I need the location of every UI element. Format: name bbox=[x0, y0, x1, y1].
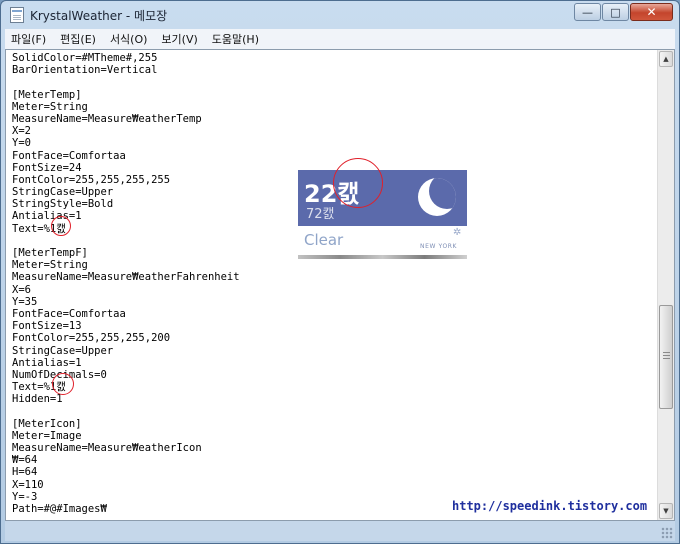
weather-footer: Clear ✲ NEW YORK bbox=[298, 226, 467, 255]
code-line: FontFace=Comfortaa bbox=[12, 149, 126, 162]
code-line: Antialias=1 bbox=[12, 356, 82, 369]
close-button[interactable]: ✕ bbox=[630, 3, 673, 21]
minimize-button[interactable]: — bbox=[574, 3, 601, 21]
gear-icon[interactable]: ✲ bbox=[453, 227, 461, 238]
scrollbar-thumb[interactable] bbox=[659, 305, 673, 409]
menu-file[interactable]: 파일(F) bbox=[11, 31, 46, 47]
code-line: Text=%1캜 bbox=[12, 381, 66, 394]
menu-view[interactable]: 보기(V) bbox=[161, 31, 197, 47]
scroll-up-button[interactable]: ▲ bbox=[659, 51, 673, 67]
code-line: StringCase=Upper bbox=[12, 344, 114, 357]
code-line: X=2 bbox=[12, 125, 31, 138]
text-editor[interactable]: SolidColor=#MTheme#,255 BarOrientation=Ve… bbox=[5, 49, 675, 521]
scroll-down-button[interactable]: ▼ bbox=[659, 503, 673, 519]
code-line: Meter=String bbox=[12, 100, 88, 113]
menu-edit[interactable]: 편집(E) bbox=[60, 31, 96, 47]
code-line: MeasureName=Measure₩eatherTemp bbox=[12, 112, 202, 125]
code-line: FontColor=255,255,255,200 bbox=[12, 332, 171, 345]
maximize-button[interactable]: □ bbox=[602, 3, 629, 21]
code-line: [MeterTemp] bbox=[12, 88, 82, 101]
menu-bar: 파일(F) 편집(E) 서식(O) 보기(V) 도움말(H) bbox=[5, 29, 675, 49]
grip-icon bbox=[663, 352, 670, 360]
moon-icon bbox=[418, 178, 456, 216]
status-bar bbox=[5, 521, 675, 541]
title-bar[interactable]: KrystalWeather - 메모장 — □ ✕ bbox=[1, 1, 679, 29]
weather-image-strip bbox=[298, 255, 467, 259]
menu-help[interactable]: 도움말(H) bbox=[212, 31, 259, 47]
code-line: NumOfDecimals=0 bbox=[12, 368, 107, 381]
code-line: FontFace=Comfortaa bbox=[12, 307, 126, 320]
code-line: BarOrientation=Vertical bbox=[12, 64, 158, 77]
temperature-fahrenheit: 72캜 bbox=[306, 207, 335, 222]
watermark-url: http://speedink.tistory.com bbox=[452, 499, 648, 513]
code-line: H=64 bbox=[12, 466, 38, 479]
menu-format[interactable]: 서식(O) bbox=[110, 31, 147, 47]
code-line: X=6 bbox=[12, 283, 31, 296]
highlight-circle-widget-unit bbox=[333, 158, 383, 208]
city-label: NEW YORK bbox=[420, 243, 458, 250]
code-line: ₩=64 bbox=[12, 454, 38, 467]
resize-grip-icon[interactable] bbox=[661, 527, 673, 539]
window-title: KrystalWeather - 메모장 bbox=[30, 8, 168, 23]
code-line: Hidden=1 bbox=[12, 393, 63, 406]
code-line: Meter=Image bbox=[12, 429, 82, 442]
code-line: MeasureName=Measure₩eatherFahrenheit bbox=[12, 271, 240, 284]
notepad-window: KrystalWeather - 메모장 — □ ✕ 파일(F) 편집(E) 서… bbox=[0, 0, 680, 544]
code-line: MeasureName=Measure₩eatherIcon bbox=[12, 442, 202, 454]
window-controls: — □ ✕ bbox=[574, 3, 673, 21]
weather-condition: Clear bbox=[304, 231, 344, 249]
notepad-icon[interactable] bbox=[10, 7, 24, 23]
highlight-circle-text-unit-2 bbox=[52, 373, 74, 395]
code-line: Meter=String bbox=[12, 259, 88, 272]
vertical-scrollbar[interactable]: ▲ ▼ bbox=[657, 50, 674, 520]
code-line: Y=0 bbox=[12, 137, 31, 150]
editor-text[interactable]: SolidColor=#MTheme#,255 BarOrientation=Ve… bbox=[12, 52, 652, 515]
code-line: X=110 bbox=[12, 478, 44, 491]
code-line: [MeterIcon] bbox=[12, 417, 82, 430]
code-line: SolidColor=#MTheme#,255 bbox=[12, 52, 158, 64]
highlight-circle-text-unit-1 bbox=[51, 216, 71, 236]
code-line: Y=35 bbox=[12, 295, 38, 308]
code-line: FontSize=13 bbox=[12, 320, 82, 333]
